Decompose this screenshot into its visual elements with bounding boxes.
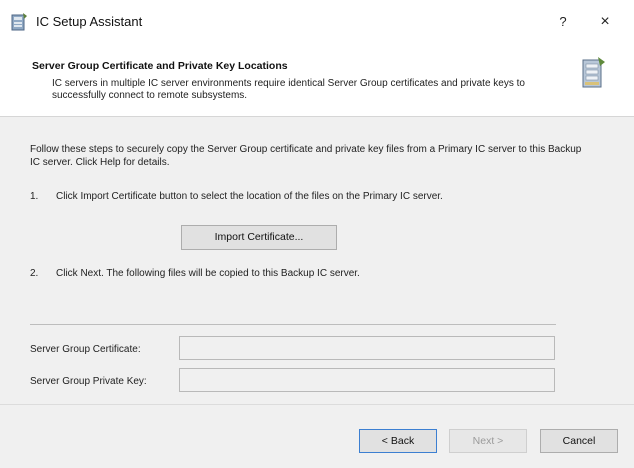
server-group-certificate-field[interactable] [179, 336, 555, 360]
window-title: IC Setup Assistant [36, 14, 143, 29]
back-button[interactable]: < Back [359, 429, 437, 453]
server-cabinet-icon [582, 57, 605, 88]
help-button[interactable]: ? [548, 10, 578, 34]
server-group-private-key-label: Server Group Private Key: [30, 376, 147, 387]
step-text: Click Next. The following files will be … [56, 268, 360, 279]
wizard-content: Follow these steps to securely copy the … [0, 117, 634, 404]
close-button[interactable]: × [590, 10, 620, 34]
title-bar: IC Setup Assistant ? × [0, 0, 634, 46]
intro-text: Follow these steps to securely copy the … [30, 144, 582, 168]
page-description: IC servers in multiple IC server environ… [52, 78, 525, 101]
server-group-certificate-label: Server Group Certificate: [30, 344, 141, 355]
separator [30, 324, 556, 325]
cancel-button[interactable]: Cancel [540, 429, 618, 453]
step-number: 1. [30, 191, 39, 202]
import-certificate-button[interactable]: Import Certificate... [181, 225, 337, 250]
server-group-private-key-field[interactable] [179, 368, 555, 392]
setup-app-icon [11, 13, 27, 31]
next-button[interactable]: Next > [449, 429, 527, 453]
wizard-header: Server Group Certificate and Private Key… [0, 46, 634, 117]
footer-separator [0, 404, 634, 405]
step-2: 2. Click Next. The following files will b… [30, 268, 360, 279]
step-number: 2. [30, 268, 39, 279]
step-text: Click Import Certificate button to selec… [56, 191, 443, 202]
setup-assistant-window: IC Setup Assistant ? × Server Group Cert… [0, 0, 634, 468]
page-title: Server Group Certificate and Private Key… [32, 60, 288, 72]
step-1: 1. Click Import Certificate button to sel… [30, 191, 443, 202]
